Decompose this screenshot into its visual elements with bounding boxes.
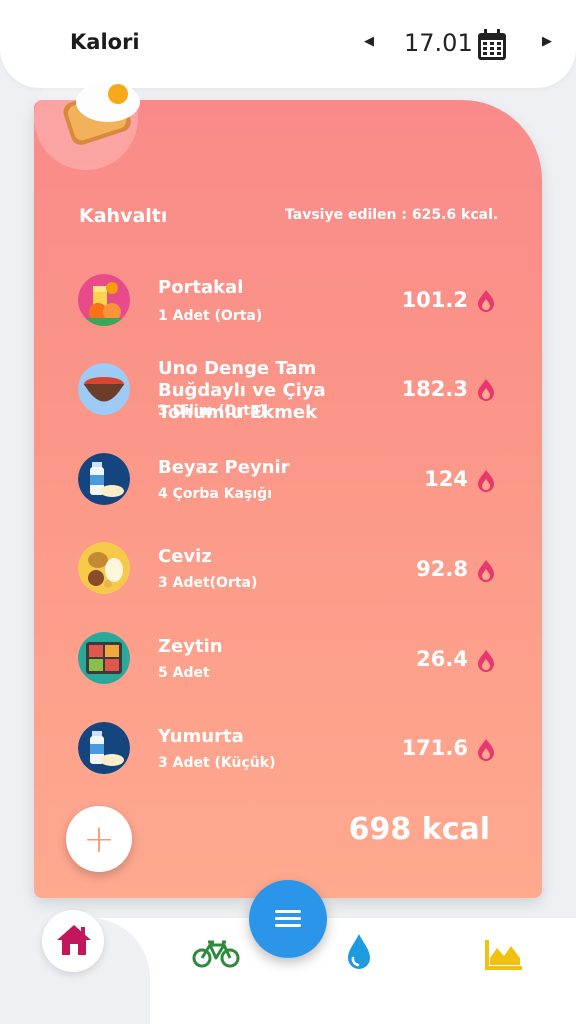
bike-icon[interactable] xyxy=(192,938,240,968)
milk-bottle-icon xyxy=(78,453,130,505)
soup-bowl-icon xyxy=(78,363,130,415)
flame-icon xyxy=(478,290,494,312)
food-calories: 92.8 xyxy=(416,557,468,581)
menu-icon xyxy=(275,910,301,913)
food-calories: 124 xyxy=(424,467,468,491)
add-food-button[interactable]: + xyxy=(66,806,132,872)
top-bar: Kalori ◀ 17.01 ▶ xyxy=(0,0,576,88)
water-drop-icon[interactable] xyxy=(345,932,373,972)
food-item[interactable]: Yumurta 3 Adet (Küçük) 171.6 xyxy=(0,720,576,780)
meal-title: Kahvaltı xyxy=(79,205,168,227)
orange-juice-icon xyxy=(78,274,130,326)
food-item[interactable]: Ceviz 3 Adet(Orta) 92.8 xyxy=(0,540,576,600)
food-name: Zeytin xyxy=(158,636,223,657)
calendar-icon[interactable] xyxy=(476,28,508,62)
fried-egg-toast-icon xyxy=(63,82,140,145)
food-calories: 26.4 xyxy=(416,647,468,671)
previous-day-button[interactable]: ◀ xyxy=(364,34,374,49)
food-calories: 171.6 xyxy=(401,736,468,760)
food-calories: 101.2 xyxy=(401,288,468,312)
food-name: Yumurta xyxy=(158,726,244,747)
flame-icon xyxy=(478,560,494,582)
milk-bottle-icon xyxy=(78,722,130,774)
flame-icon xyxy=(478,650,494,672)
meal-badge xyxy=(34,80,140,172)
food-name: Portakal xyxy=(158,277,244,298)
food-name: Beyaz Peynir xyxy=(158,457,290,478)
lunchbox-icon xyxy=(78,632,130,684)
flame-icon xyxy=(478,739,494,761)
next-day-button[interactable]: ▶ xyxy=(542,34,552,49)
food-portion: 4 Çorba Kaşığı xyxy=(158,486,273,502)
food-portion: 1 Adet (Orta) xyxy=(158,308,263,324)
date-label[interactable]: 17.01 xyxy=(404,29,473,57)
food-item[interactable]: Portakal 1 Adet (Orta) 101.2 xyxy=(0,270,576,330)
flame-icon xyxy=(478,470,494,492)
food-portion: 3 Adet (Küçük) xyxy=(158,755,276,771)
food-item[interactable]: Uno Denge Tam Buğdaylı ve Çiya Tohumlu E… xyxy=(0,358,576,424)
food-calories: 182.3 xyxy=(401,377,468,401)
home-icon[interactable] xyxy=(54,922,94,958)
food-item[interactable]: Zeytin 5 Adet 26.4 xyxy=(0,630,576,690)
food-item[interactable]: Beyaz Peynir 4 Çorba Kaşığı 124 xyxy=(0,450,576,510)
food-portion: 3 Adet(Orta) xyxy=(158,575,258,591)
total-calories: 698 kcal xyxy=(348,812,490,847)
food-portion: 5 Adet xyxy=(158,665,210,681)
chart-icon[interactable] xyxy=(485,938,523,970)
menu-button[interactable] xyxy=(249,880,327,958)
flame-icon xyxy=(478,379,494,401)
page-title: Kalori xyxy=(70,30,140,54)
nuts-icon xyxy=(78,542,130,594)
food-portion: 3 Dilim (Orta) xyxy=(158,403,266,419)
food-name: Ceviz xyxy=(158,546,212,567)
recommended-calories: Tavsiye edilen : 625.6 kcal. xyxy=(285,207,499,223)
